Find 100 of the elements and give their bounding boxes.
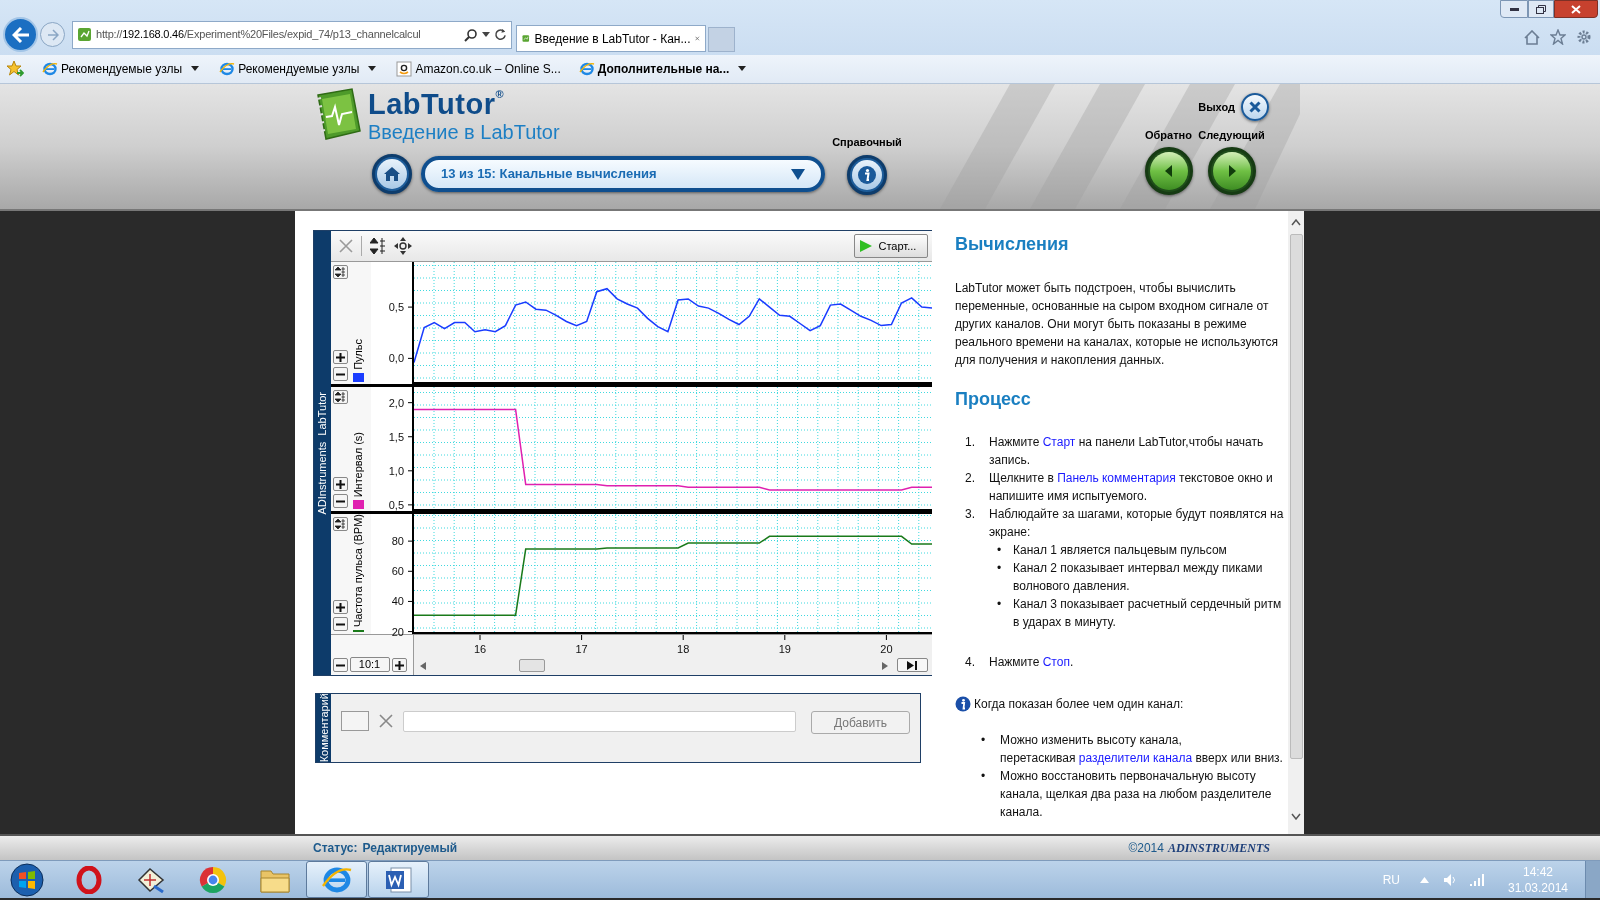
taskbar-app-button[interactable] [368, 861, 429, 898]
comment-field[interactable] [403, 711, 796, 732]
time-axis-label: 16 [473, 643, 486, 655]
step-number: 2. [964, 470, 976, 487]
home-icon[interactable] [1524, 29, 1540, 45]
minimize-button[interactable] [1500, 0, 1528, 18]
browser-icon [578, 61, 595, 77]
bullet-text: Канал 1 является пальцевым пульсом [1013, 542, 1227, 559]
time-axis-label: 18 [676, 643, 689, 655]
text-link[interactable]: разделители канала [1078, 751, 1193, 765]
time-axis-label: 20 [879, 643, 893, 655]
favorite-link[interactable]: Рекомендуемые узлы [238, 60, 360, 78]
zoom-in-button[interactable] [391, 658, 407, 672]
scale-down-button[interactable] [332, 494, 348, 508]
section-heading: Вычисления [955, 233, 1070, 256]
info-icon [955, 696, 971, 712]
channel-label: Частота пульса (BPM) [351, 514, 366, 628]
caret-icon[interactable] [366, 65, 379, 73]
vertical-scrollbar[interactable] [1288, 211, 1304, 834]
favorite-link[interactable]: Рекомендуемые узлы [61, 60, 183, 78]
home-button[interactable] [372, 154, 412, 194]
settings-icon[interactable] [1576, 29, 1592, 45]
browser-icon [219, 61, 236, 77]
refresh-icon[interactable] [494, 28, 507, 41]
vertical-scale-icon[interactable] [369, 238, 386, 254]
windows-icon [10, 862, 44, 897]
caret-icon[interactable] [482, 31, 490, 38]
bullet-text: Можно изменить высоту канала, [1000, 732, 1183, 749]
favorite-link[interactable]: Amazon.co.uk – Online S... [415, 60, 561, 78]
scale-up-button[interactable] [332, 600, 348, 614]
y-tick-label: 1,0 [388, 464, 404, 477]
status-label: Статус: [313, 840, 358, 857]
scroll-thumb[interactable] [1289, 234, 1303, 759]
bullet-text: Можно восстановить первоначальную высоту канала, щелкая два раза на любом разделителе канала. [1000, 768, 1273, 821]
opera-icon [74, 865, 103, 894]
favorite-link[interactable]: Дополнительные на... [597, 60, 730, 78]
restore-icon [1536, 4, 1546, 14]
color-picker[interactable] [341, 711, 369, 731]
maximize-button[interactable] [1528, 0, 1554, 18]
clear-icon[interactable] [379, 714, 393, 728]
scroll-up-icon [1291, 219, 1301, 226]
scale-down-button[interactable] [332, 617, 348, 631]
address-field[interactable]: http://192.168.0.46/Experiment%20Files/expid_74/p13_channelcalcul [72, 20, 512, 49]
caret-icon[interactable] [736, 65, 749, 73]
channel-settings-button[interactable] [332, 265, 348, 279]
scroll-end-button[interactable] [896, 658, 928, 672]
brand-logo: ADINSTRUMENTS [1167, 840, 1270, 857]
close-icon [1571, 4, 1581, 14]
scale-down-button[interactable] [332, 367, 348, 381]
text-link[interactable]: Панель комментария [1057, 471, 1176, 485]
step-text: Щелкните в Панель комментария текстовое окно и напишите имя испытуемого. [989, 470, 1274, 505]
text-link[interactable]: Стоп [1042, 655, 1070, 669]
paragraph: LabTutor может быть подстроен, чтобы вычислить переменные, основанные на сыром входном сигнале от других каналов. Они могут быть показаны в режиме реального времени на каналах, которые не используются для получения и накопления данных. [955, 280, 1280, 369]
zoom-out-button[interactable] [332, 658, 348, 672]
browser-tab[interactable]: Введение в LabTutor - Кан... [516, 25, 706, 52]
channel-settings-button[interactable] [332, 517, 348, 531]
scroll-left-icon [419, 661, 426, 670]
start-button[interactable]: Старт... [853, 234, 928, 258]
time-axis-label: 19 [778, 643, 791, 655]
back-button[interactable] [3, 17, 38, 52]
channel-label: Интервал (s) [351, 431, 366, 497]
skip-end-icon [907, 660, 917, 670]
bullet-text: Канал 3 показывает расчетный сердечный ритм в ударах в минуту. [1013, 596, 1283, 631]
zoom-ratio-field: 10:1 [349, 657, 390, 672]
help-button[interactable] [847, 154, 887, 195]
bullet-text: перетаскивая разделители канала вверх или вниз. [1000, 750, 1283, 767]
text-link[interactable]: Старт [1042, 435, 1076, 449]
channel-settings-button[interactable] [332, 390, 348, 404]
document-icon [383, 864, 414, 895]
dropdown-icon [791, 168, 805, 180]
step-number: 1. [964, 434, 976, 451]
bullet: • [980, 768, 987, 785]
star-icon[interactable] [1550, 29, 1566, 45]
page-select[interactable]: 13 из 15: Канальные вычисления [421, 156, 825, 192]
y-tick-label: 20 [391, 625, 404, 638]
next-page-button[interactable] [1207, 146, 1256, 195]
close-icon[interactable] [338, 239, 353, 253]
arrow-right-icon [46, 28, 59, 41]
exit-button[interactable] [1241, 93, 1269, 121]
panel-side-label: Комментарий [317, 693, 330, 763]
close-button[interactable] [1554, 0, 1598, 18]
note-text: Когда показан более чем один канал: [974, 696, 1184, 713]
step-number: 3. [964, 506, 976, 523]
scroll-thumb[interactable] [518, 659, 545, 672]
taskbar-app-button[interactable] [306, 861, 367, 898]
time-axis-label: 17 [574, 643, 588, 655]
move-icon[interactable] [393, 237, 412, 255]
favorites-star-icon[interactable] [6, 60, 24, 78]
close-icon [1249, 101, 1261, 113]
search-icon[interactable] [464, 27, 478, 42]
scroll-right-icon [881, 661, 888, 670]
scale-up-button[interactable] [332, 477, 348, 491]
back-page-button[interactable] [1144, 146, 1193, 195]
vertical-scale-icon [335, 267, 345, 277]
scale-up-button[interactable] [332, 350, 348, 364]
plus-icon [335, 352, 345, 362]
minimize-icon [1509, 7, 1519, 11]
lesson-title: Введение в LabTutor [368, 121, 560, 143]
caret-icon[interactable] [189, 65, 202, 73]
close-icon[interactable] [695, 34, 700, 43]
